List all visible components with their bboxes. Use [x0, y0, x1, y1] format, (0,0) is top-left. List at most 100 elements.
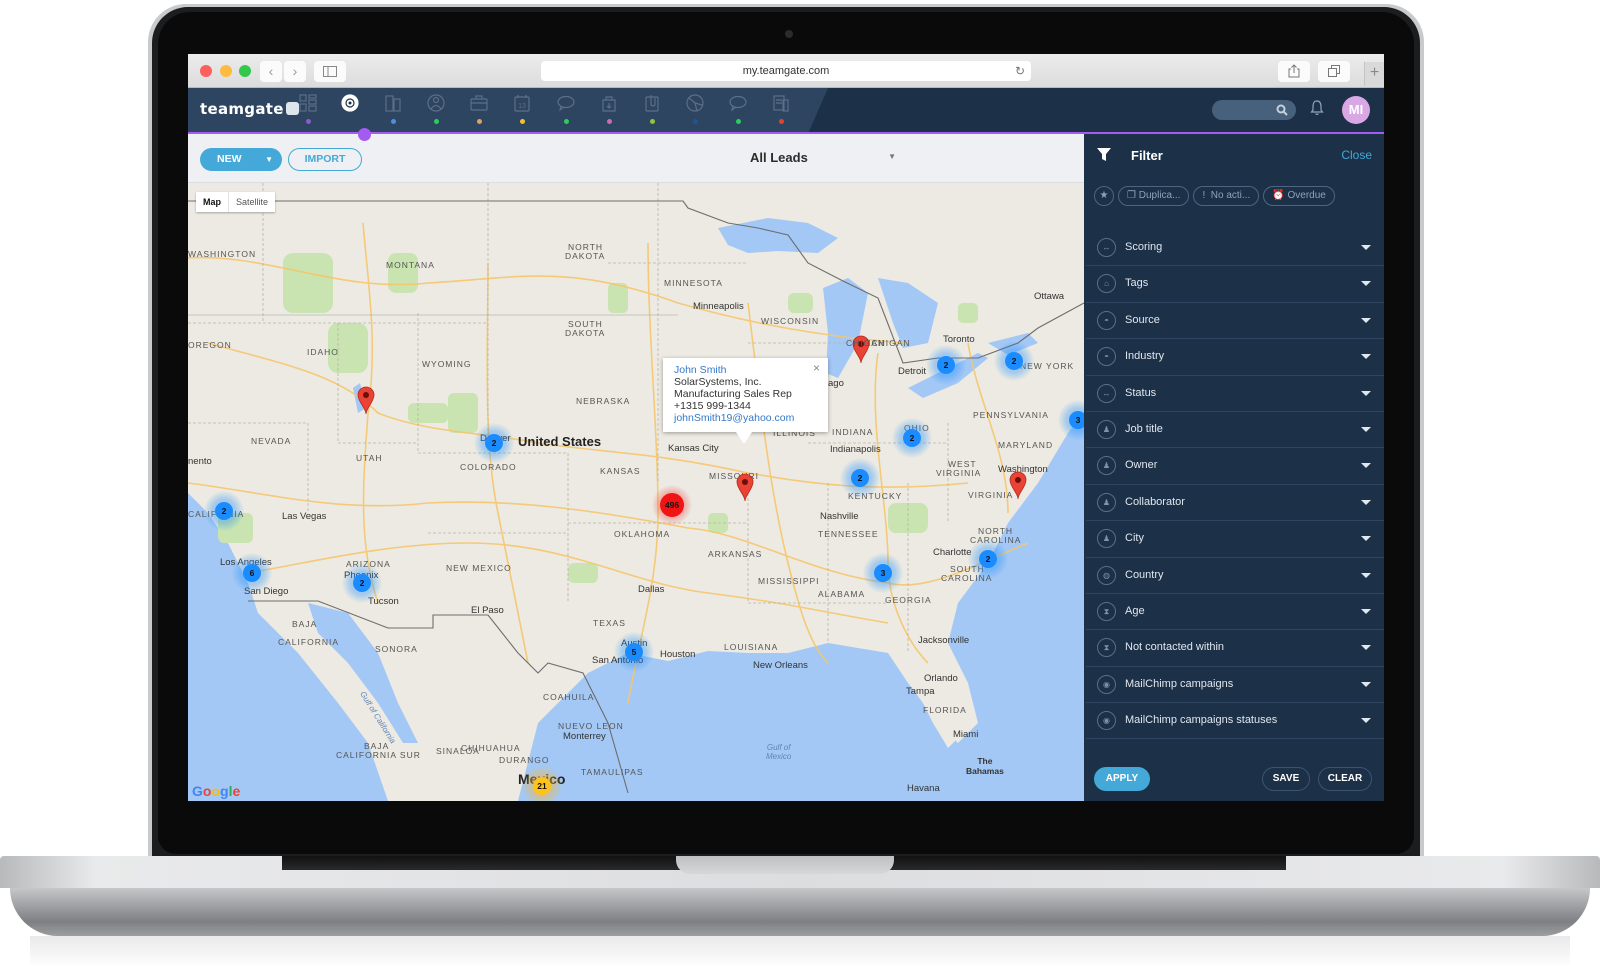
forward-button[interactable]: ›: [284, 61, 306, 82]
filter-row-industry[interactable]: ◓ Industry: [1086, 339, 1384, 376]
filter-row-scoring[interactable]: ↔ Scoring: [1086, 230, 1384, 267]
global-search-input[interactable]: [1212, 100, 1296, 120]
notification-bell-icon[interactable]: [1310, 99, 1324, 117]
caret-down-icon[interactable]: [1361, 645, 1371, 651]
filter-row-of-employees[interactable]: ◢# of employees: [1086, 739, 1384, 745]
caret-down-icon[interactable]: [1361, 718, 1371, 724]
caret-down-icon[interactable]: [1361, 426, 1371, 432]
lead-cluster-marker[interactable]: 2: [342, 563, 382, 603]
lead-name-link[interactable]: John Smith: [674, 364, 817, 376]
reload-icon[interactable]: ↻: [1015, 61, 1025, 81]
filter-row-city[interactable]: ♟ City: [1086, 521, 1384, 558]
filter-criteria-list[interactable]: ↔ Scoring ⌂ Tags ◓ Source ◓ Industry ↔ Status ♟ Job…: [1084, 230, 1384, 745]
share-button[interactable]: [1278, 61, 1310, 82]
map-type-map[interactable]: Map: [196, 192, 229, 212]
clear-filter-button[interactable]: CLEAR: [1318, 767, 1372, 791]
nav-item-reports[interactable]: [680, 93, 710, 127]
lead-cluster-marker[interactable]: 496: [652, 485, 692, 525]
map-label: SONORA: [375, 644, 418, 654]
map-type-satellite[interactable]: Satellite: [229, 192, 275, 212]
nav-item-people[interactable]: [421, 93, 451, 127]
filter-row-mailchimp-campaigns-statuses[interactable]: ◉ MailChimp campaigns statuses: [1086, 703, 1384, 740]
lead-cluster-marker[interactable]: 5: [614, 632, 654, 672]
nav-item-companies[interactable]: [378, 93, 408, 127]
filter-row-owner[interactable]: ♟ Owner: [1086, 448, 1384, 485]
close-window-button[interactable]: [200, 65, 212, 77]
filter-row-tags[interactable]: ⌂ Tags: [1086, 266, 1384, 303]
filter-row-job-title[interactable]: ♟ Job title: [1086, 412, 1384, 449]
caret-down-icon[interactable]: ▼: [265, 148, 273, 171]
tabs-overview-button[interactable]: [1318, 61, 1350, 82]
close-filter-link[interactable]: Close: [1341, 148, 1372, 162]
lead-pin-marker[interactable]: [357, 386, 375, 414]
lead-cluster-marker[interactable]: 6: [232, 553, 272, 593]
map-label: SINALOA: [436, 746, 480, 756]
caret-down-icon[interactable]: [1361, 317, 1371, 323]
favorites-chip[interactable]: ★: [1094, 186, 1114, 206]
map-label: LOUISIANA: [724, 642, 779, 652]
maximize-window-button[interactable]: [239, 65, 251, 77]
nav-item-invoices[interactable]: [766, 93, 796, 127]
lead-pin-marker[interactable]: [1009, 471, 1027, 499]
caret-down-icon[interactable]: [1361, 499, 1371, 505]
lead-cluster-marker[interactable]: 3: [863, 553, 903, 593]
lead-email-link[interactable]: johnSmith19@yahoo.com: [674, 412, 817, 424]
caret-down-icon[interactable]: [1361, 681, 1371, 687]
view-selector[interactable]: All Leads ▼: [750, 150, 896, 168]
caret-down-icon[interactable]: [1361, 245, 1371, 250]
lead-cluster-marker[interactable]: 21: [522, 766, 562, 801]
lead-cluster-marker[interactable]: 2: [926, 345, 966, 385]
map-label: MARYLAND: [998, 440, 1054, 450]
nav-item-deals[interactable]: [464, 93, 494, 127]
new-lead-button[interactable]: NEW ▼: [200, 148, 282, 171]
overdue-chip[interactable]: ⏰ Overdue: [1263, 186, 1335, 206]
caret-down-icon[interactable]: [1361, 390, 1371, 396]
nav-item-leads[interactable]: [335, 93, 365, 127]
leads-map[interactable]: Map Satellite WASHINGTON MONTANA NORTH D…: [188, 183, 1084, 801]
caret-down-icon[interactable]: [1361, 281, 1371, 287]
lead-cluster-marker[interactable]: 2: [994, 341, 1034, 381]
caret-down-icon[interactable]: [1361, 354, 1371, 360]
nav-item-conversations[interactable]: [723, 93, 753, 127]
save-filter-button[interactable]: SAVE: [1262, 767, 1310, 791]
lead-pin-marker[interactable]: [736, 473, 754, 501]
nav-item-documents[interactable]: [637, 93, 667, 127]
filter-row-age[interactable]: ⧗ Age: [1086, 594, 1384, 631]
duplicates-chip[interactable]: ❐ Duplica...: [1118, 186, 1190, 206]
back-button[interactable]: ‹: [260, 61, 282, 82]
nav-item-chat[interactable]: [551, 93, 581, 127]
nav-item-sales[interactable]: [594, 93, 624, 127]
map-label: CHIGAN: [846, 338, 886, 348]
caret-down-icon[interactable]: [1361, 463, 1371, 469]
minimize-window-button[interactable]: [220, 65, 232, 77]
quick-filter-chips: ★ ❐ Duplica... ! No acti... ⏰ Overdue: [1094, 186, 1335, 206]
map-label: ARKANSAS: [708, 549, 763, 559]
nav-item-dashboard[interactable]: [293, 93, 323, 127]
filter-row-collaborator[interactable]: ♟ Collaborator: [1086, 485, 1384, 522]
close-icon[interactable]: ×: [813, 362, 820, 374]
filter-row-country[interactable]: ◍ Country: [1086, 558, 1384, 594]
nav-item-calendar[interactable]: 13: [507, 93, 537, 127]
caret-down-icon[interactable]: [1361, 572, 1371, 578]
caret-down-icon[interactable]: [1361, 608, 1371, 614]
new-tab-button[interactable]: +: [1364, 62, 1384, 86]
filter-row-source[interactable]: ◓ Source: [1086, 303, 1384, 340]
map-label: OKLAHOMA: [614, 529, 671, 539]
caret-down-icon[interactable]: [1361, 536, 1371, 542]
user-avatar[interactable]: MI: [1342, 96, 1370, 124]
lead-cluster-marker[interactable]: 2: [840, 458, 880, 498]
lead-cluster-marker[interactable]: 2: [892, 418, 932, 458]
no-activity-chip[interactable]: ! No acti...: [1193, 186, 1260, 206]
lead-cluster-marker[interactable]: 2: [968, 539, 1008, 579]
filter-row-not-contacted-within[interactable]: ⧗ Not contacted within: [1086, 630, 1384, 667]
sidebar-toggle-button[interactable]: [314, 61, 346, 82]
import-button[interactable]: IMPORT: [288, 148, 362, 171]
filter-row-mailchimp-campaigns[interactable]: ◉ MailChimp campaigns: [1086, 667, 1384, 704]
lead-cluster-marker[interactable]: 2: [474, 423, 514, 463]
apply-filter-button[interactable]: APPLY: [1094, 767, 1150, 791]
filter-row-status[interactable]: ↔ Status: [1086, 376, 1384, 412]
lead-cluster-marker[interactable]: 2: [204, 491, 244, 531]
map-label: CALIFORNIA: [278, 637, 340, 647]
address-bar[interactable]: my.teamgate.com ↻: [541, 61, 1031, 81]
teamgate-logo[interactable]: teamgate: [200, 100, 299, 118]
